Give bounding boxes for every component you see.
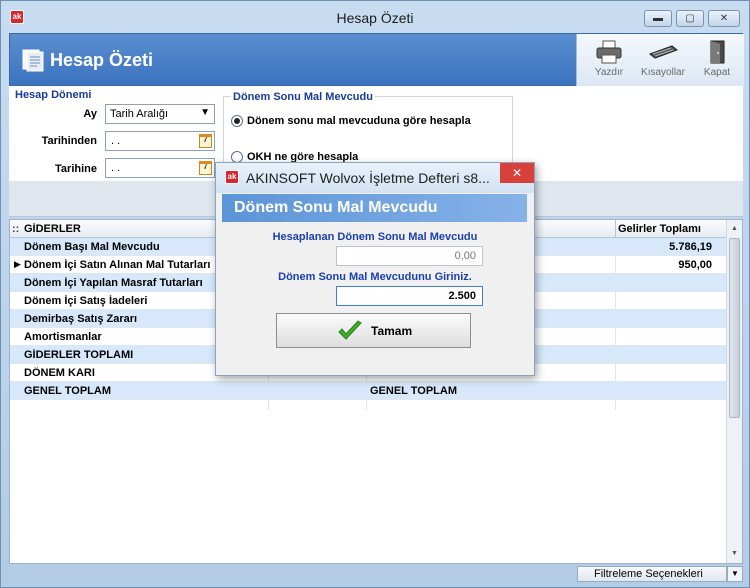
from-date-label: Tarihinden (41, 135, 97, 147)
page-title: Hesap Özeti (50, 50, 154, 70)
current-row-indicator-icon: ▶ (14, 259, 21, 269)
calculated-stock-label: Hesaplanan Dönem Sonu Mal Mevcudu (272, 231, 478, 243)
dialog-body: Dönem Sonu Mal Mevcudu Hesaplanan Dönem … (216, 193, 534, 375)
chevron-down-icon[interactable]: ▼ (727, 566, 743, 582)
vertical-scrollbar[interactable]: ▲ ▼ (726, 220, 742, 563)
toolbar: Yazdır Kısayollar Kapat (576, 34, 744, 87)
dialog-title: AKINSOFT Wolvox İşletme Defteri s8.... (246, 170, 491, 186)
income-item-label: GENEL TOPLAM (370, 385, 457, 397)
app-logo-icon: ak (225, 170, 239, 184)
maximize-button[interactable]: ▢ (676, 10, 704, 27)
keyboard-icon (648, 45, 678, 59)
exit-door-icon (710, 40, 725, 64)
shortcuts-button[interactable]: Kısayollar (637, 36, 689, 84)
dialog-banner: Dönem Sonu Mal Mevcudu (222, 194, 527, 222)
stock-entry-dialog: ak AKINSOFT Wolvox İşletme Defteri s8...… (215, 162, 535, 376)
ok-button-label: Tamam (371, 324, 413, 338)
to-date-input[interactable]: . . 7 (105, 158, 215, 178)
print-button[interactable]: Yazdır (583, 36, 635, 84)
document-icon (22, 49, 44, 72)
enter-stock-label: Dönem Sonu Mal Mevcudunu Giriniz. (278, 271, 472, 283)
close-window-button[interactable]: ✕ (708, 10, 740, 27)
income-total-column-header[interactable]: Gelirler Toplamı (618, 223, 724, 235)
to-date-value: . . (111, 162, 121, 174)
print-label: Yazdır (594, 67, 624, 78)
table-row[interactable]: GENEL TOPLAM GENEL TOPLAM (10, 382, 726, 400)
shortcuts-label: Kısayollar (641, 67, 685, 78)
calendar-icon[interactable]: 7 (199, 134, 212, 148)
from-date-input[interactable]: . . 7 (105, 131, 215, 151)
scroll-up-icon[interactable]: ▲ (729, 222, 740, 236)
dialog-close-button[interactable]: ✕ (500, 163, 534, 183)
radio-stock-based-label: Dönem sonu mal mevcuduna göre hesapla (247, 115, 471, 127)
dialog-title-bar: ak AKINSOFT Wolvox İşletme Defteri s8...… (216, 163, 534, 193)
scrollbar-thumb[interactable] (729, 238, 740, 418)
column-chooser-icon[interactable]: :: (12, 223, 24, 235)
enter-stock-input[interactable]: 2.500 (336, 286, 483, 306)
column-divider (615, 220, 616, 238)
stock-group-title: Dönem Sonu Mal Mevcudu (231, 91, 375, 103)
period-type-select[interactable]: Tarih Aralığı ▼ (105, 104, 215, 124)
status-bar: Filtreleme Seçenekleri ▼ (9, 565, 743, 583)
checkmark-icon (338, 320, 362, 340)
chevron-down-icon: ▼ (200, 107, 210, 118)
title-bar: ak Hesap Özeti ▬ ▢ ✕ (1, 1, 749, 33)
radio-stock-based[interactable] (231, 115, 243, 127)
expense-item-label: GENEL TOPLAM (24, 385, 111, 397)
income-total-value: 950,00 (678, 259, 712, 271)
ok-button[interactable]: Tamam (276, 313, 471, 348)
filter-options-button[interactable]: Filtreleme Seçenekleri (577, 566, 727, 582)
from-date-value: . . (111, 135, 121, 147)
exit-button[interactable]: Kapat (691, 36, 743, 84)
calculated-stock-field: 0,00 (336, 246, 483, 266)
to-date-label: Tarihine (55, 163, 97, 175)
exit-label: Kapat (703, 67, 731, 78)
income-total-value: 5.786,19 (669, 241, 712, 253)
dialog-banner-title: Dönem Sonu Mal Mevcudu (234, 199, 438, 216)
calendar-icon[interactable]: 7 (199, 161, 212, 175)
header-banner: Hesap Özeti Yazdır Kısayollar Kapat (9, 33, 744, 87)
minimize-button[interactable]: ▬ (644, 10, 672, 27)
printer-icon (596, 40, 622, 64)
window-title: Hesap Özeti (336, 10, 414, 26)
period-group-title: Hesap Dönemi (15, 89, 92, 101)
month-label: Ay (83, 108, 97, 120)
period-type-value: Tarih Aralığı (110, 108, 169, 120)
scroll-down-icon[interactable]: ▼ (729, 547, 740, 561)
